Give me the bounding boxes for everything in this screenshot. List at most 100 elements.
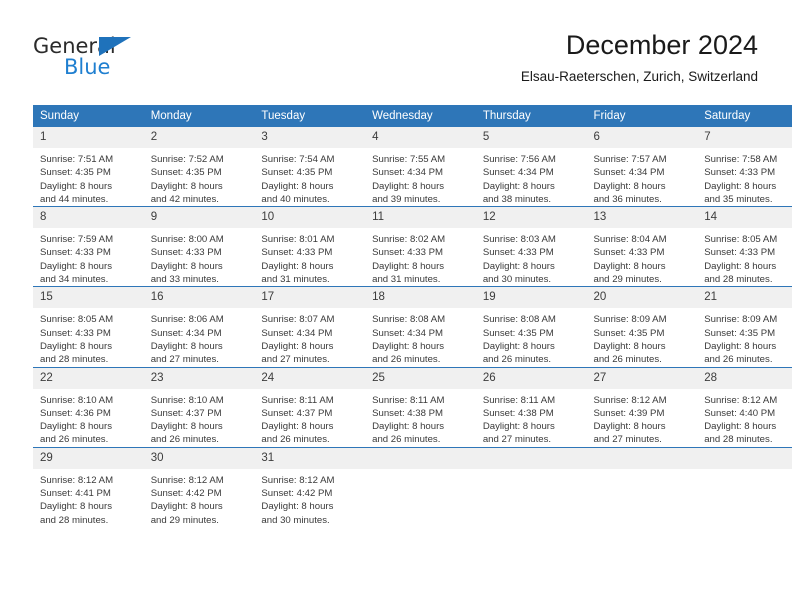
- day-cell[interactable]: 29 Sunrise: 8:12 AM Sunset: 4:41 PM Dayl…: [33, 446, 144, 527]
- weekday-header-thursday: Thursday: [475, 105, 587, 127]
- daylight-text-line1: Daylight: 8 hours: [593, 180, 666, 192]
- daylight-text-line1: Daylight: 8 hours: [482, 180, 555, 192]
- day-cell[interactable]: 19 Sunrise: 8:08 AM Sunset: 4:35 PM Dayl…: [475, 286, 587, 368]
- day-cell[interactable]: 28 Sunrise: 8:12 AM Sunset: 4:40 PM Dayl…: [697, 366, 792, 448]
- daylight-text-line1: Daylight: 8 hours: [261, 340, 334, 352]
- day-info: Sunrise: 8:10 AM Sunset: 4:37 PM Dayligh…: [144, 389, 255, 447]
- daylight-text-line1: Daylight: 8 hours: [150, 260, 223, 272]
- daylight-text-line1: Daylight: 8 hours: [593, 340, 666, 352]
- day-cell[interactable]: 1 Sunrise: 7:51 AM Sunset: 4:35 PM Dayli…: [33, 127, 144, 207]
- day-cell[interactable]: 24 Sunrise: 8:11 AM Sunset: 4:37 PM Dayl…: [254, 366, 366, 448]
- day-number: 9: [143, 207, 255, 229]
- daylight-text-line2: and 30 minutes.: [261, 514, 330, 526]
- day-cell[interactable]: 3 Sunrise: 7:54 AM Sunset: 4:35 PM Dayli…: [254, 127, 366, 207]
- day-number: 20: [586, 287, 698, 309]
- day-number: 27: [586, 367, 698, 389]
- brand-logo[interactable]: General Blue: [33, 34, 193, 90]
- day-number: [365, 447, 476, 469]
- daylight-text-line1: Daylight: 8 hours: [482, 260, 555, 272]
- day-cell[interactable]: 10 Sunrise: 8:01 AM Sunset: 4:33 PM Dayl…: [254, 206, 366, 287]
- day-cell[interactable]: 20 Sunrise: 8:09 AM Sunset: 4:35 PM Dayl…: [586, 286, 698, 368]
- sunset-text: Sunset: 4:35 PM: [40, 167, 111, 179]
- day-cell[interactable]: 6 Sunrise: 7:57 AM Sunset: 4:34 PM Dayli…: [586, 127, 698, 207]
- day-cell[interactable]: 5 Sunrise: 7:56 AM Sunset: 4:34 PM Dayli…: [475, 127, 587, 207]
- day-info: Sunrise: 8:09 AM Sunset: 4:35 PM Dayligh…: [697, 308, 792, 366]
- daylight-text-line2: and 34 minutes.: [40, 274, 109, 286]
- daylight-text-line2: and 31 minutes.: [372, 274, 441, 286]
- day-cell[interactable]: 14 Sunrise: 8:05 AM Sunset: 4:33 PM Dayl…: [697, 206, 792, 287]
- day-cell[interactable]: 23 Sunrise: 8:10 AM Sunset: 4:37 PM Dayl…: [143, 366, 255, 448]
- day-cell[interactable]: 21 Sunrise: 8:09 AM Sunset: 4:35 PM Dayl…: [697, 286, 792, 368]
- day-number: 6: [586, 127, 698, 148]
- day-number: 30: [143, 447, 255, 469]
- daylight-text-line1: Daylight: 8 hours: [704, 421, 777, 433]
- day-cell[interactable]: 9 Sunrise: 8:00 AM Sunset: 4:33 PM Dayli…: [143, 206, 255, 287]
- day-cell[interactable]: 27 Sunrise: 8:12 AM Sunset: 4:39 PM Dayl…: [586, 366, 698, 448]
- page-title: December 2024: [565, 30, 758, 60]
- day-cell[interactable]: 30 Sunrise: 8:12 AM Sunset: 4:42 PM Dayl…: [143, 446, 255, 527]
- sunrise-text: Sunrise: 7:52 AM: [150, 154, 224, 165]
- sunset-text: Sunset: 4:37 PM: [261, 407, 333, 419]
- day-info: Sunrise: 7:58 AM Sunset: 4:33 PM Dayligh…: [697, 148, 792, 206]
- daylight-text-line1: Daylight: 8 hours: [40, 421, 112, 433]
- day-cell[interactable]: 8 Sunrise: 7:59 AM Sunset: 4:33 PM Dayli…: [33, 206, 144, 287]
- daylight-text-line1: Daylight: 8 hours: [372, 260, 445, 272]
- day-info: Sunrise: 8:08 AM Sunset: 4:35 PM Dayligh…: [476, 308, 587, 366]
- day-cell[interactable]: 22 Sunrise: 8:10 AM Sunset: 4:36 PM Dayl…: [33, 366, 144, 448]
- daylight-text-line2: and 28 minutes.: [40, 354, 109, 366]
- day-cell[interactable]: 2 Sunrise: 7:52 AM Sunset: 4:35 PM Dayli…: [143, 127, 255, 207]
- day-cell[interactable]: 17 Sunrise: 8:07 AM Sunset: 4:34 PM Dayl…: [254, 286, 366, 368]
- sunset-text: Sunset: 4:34 PM: [372, 167, 444, 179]
- daylight-text-line2: and 29 minutes.: [593, 274, 662, 286]
- day-info: Sunrise: 7:54 AM Sunset: 4:35 PM Dayligh…: [254, 148, 365, 206]
- sunset-text: Sunset: 4:34 PM: [261, 327, 333, 339]
- day-cell[interactable]: 26 Sunrise: 8:11 AM Sunset: 4:38 PM Dayl…: [475, 366, 587, 448]
- day-info: [697, 469, 792, 474]
- sunset-text: Sunset: 4:42 PM: [261, 488, 333, 500]
- day-info: Sunrise: 8:05 AM Sunset: 4:33 PM Dayligh…: [33, 308, 144, 366]
- calendar-container: Sunday Monday Tuesday Wednesday Thursday…: [33, 105, 792, 527]
- sunset-text: Sunset: 4:33 PM: [150, 247, 222, 259]
- day-number: 29: [33, 447, 144, 469]
- daylight-text-line2: and 28 minutes.: [704, 274, 773, 286]
- day-number: 3: [254, 127, 366, 148]
- day-number: 26: [475, 367, 587, 389]
- day-info: [587, 469, 698, 474]
- sunset-text: Sunset: 4:36 PM: [40, 407, 111, 419]
- sunrise-text: Sunrise: 8:04 AM: [593, 234, 667, 246]
- day-cell[interactable]: 12 Sunrise: 8:03 AM Sunset: 4:33 PM Dayl…: [475, 206, 587, 287]
- sunrise-text: Sunrise: 7:56 AM: [482, 154, 556, 165]
- daylight-text-line1: Daylight: 8 hours: [150, 501, 223, 513]
- day-cell[interactable]: 16 Sunrise: 8:06 AM Sunset: 4:34 PM Dayl…: [143, 286, 255, 368]
- daylight-text-line1: Daylight: 8 hours: [593, 421, 666, 433]
- day-number: 22: [33, 367, 144, 389]
- sunset-text: Sunset: 4:38 PM: [372, 407, 444, 419]
- sunset-text: Sunset: 4:34 PM: [150, 327, 222, 339]
- day-cell[interactable]: 18 Sunrise: 8:08 AM Sunset: 4:34 PM Dayl…: [365, 286, 476, 368]
- day-number: 31: [254, 447, 366, 469]
- sunrise-text: Sunrise: 8:05 AM: [40, 314, 114, 326]
- daylight-text-line1: Daylight: 8 hours: [482, 421, 555, 433]
- day-cell[interactable]: 25 Sunrise: 8:11 AM Sunset: 4:38 PM Dayl…: [365, 366, 476, 448]
- sunrise-text: Sunrise: 8:09 AM: [593, 314, 667, 326]
- sunset-text: Sunset: 4:33 PM: [593, 247, 665, 259]
- daylight-text-line2: and 28 minutes.: [704, 434, 773, 446]
- day-cell[interactable]: 15 Sunrise: 8:05 AM Sunset: 4:33 PM Dayl…: [33, 286, 144, 368]
- daylight-text-line2: and 26 minutes.: [593, 354, 662, 366]
- day-number: 12: [475, 207, 587, 229]
- daylight-text-line1: Daylight: 8 hours: [150, 421, 223, 433]
- day-cell[interactable]: 7 Sunrise: 7:58 AM Sunset: 4:33 PM Dayli…: [697, 127, 792, 207]
- day-cell-empty: [697, 446, 792, 527]
- day-number: 14: [697, 207, 792, 229]
- sunset-text: Sunset: 4:33 PM: [704, 247, 776, 259]
- day-cell[interactable]: 13 Sunrise: 8:04 AM Sunset: 4:33 PM Dayl…: [586, 206, 698, 287]
- sunrise-text: Sunrise: 8:11 AM: [482, 394, 556, 406]
- day-info: Sunrise: 8:02 AM Sunset: 4:33 PM Dayligh…: [365, 228, 476, 286]
- daylight-text-line2: and 26 minutes.: [372, 434, 441, 446]
- day-cell[interactable]: 31 Sunrise: 8:12 AM Sunset: 4:42 PM Dayl…: [254, 446, 366, 527]
- daylight-text-line2: and 27 minutes.: [261, 354, 330, 366]
- day-cell[interactable]: 4 Sunrise: 7:55 AM Sunset: 4:34 PM Dayli…: [365, 127, 476, 207]
- day-info: Sunrise: 8:08 AM Sunset: 4:34 PM Dayligh…: [365, 308, 476, 366]
- daylight-text-line1: Daylight: 8 hours: [40, 501, 112, 513]
- day-cell[interactable]: 11 Sunrise: 8:02 AM Sunset: 4:33 PM Dayl…: [365, 206, 476, 287]
